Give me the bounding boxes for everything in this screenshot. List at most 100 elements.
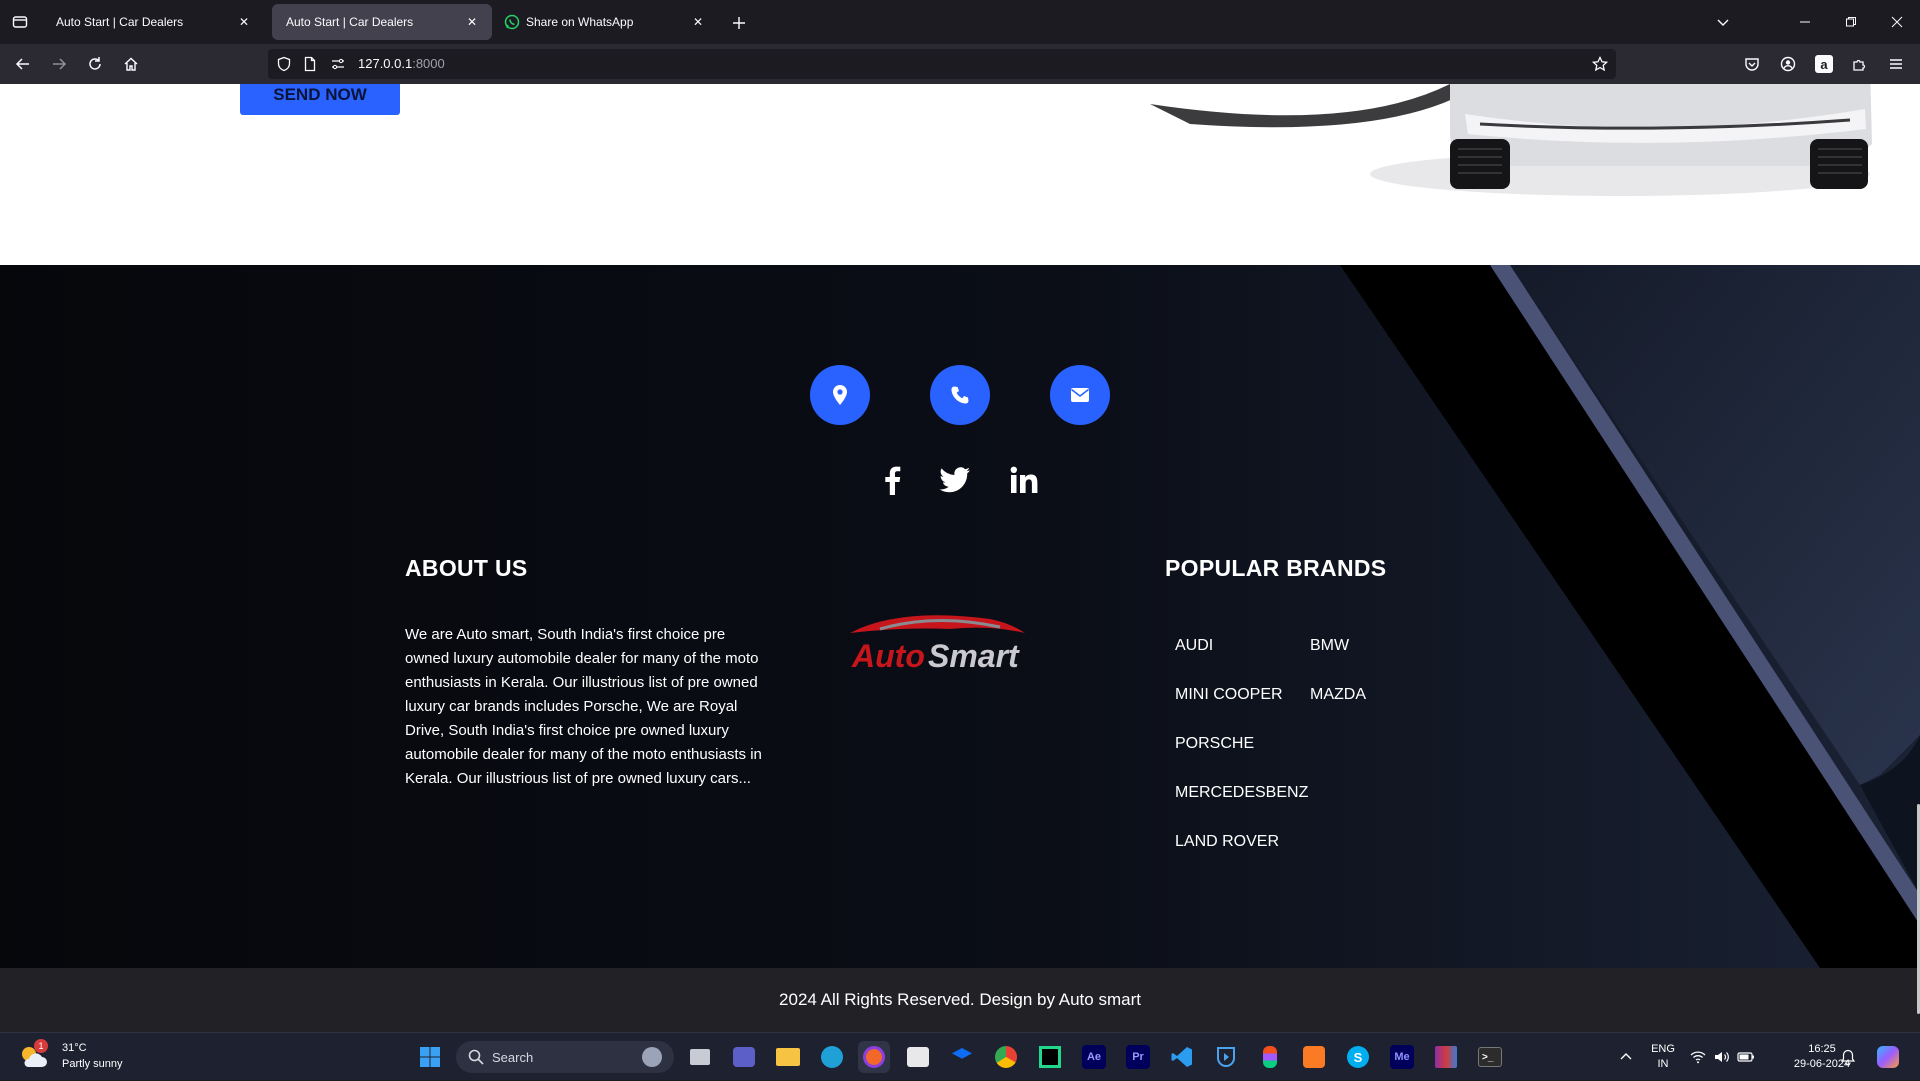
wifi-icon[interactable] <box>1686 1041 1710 1073</box>
notification-bell-icon[interactable] <box>1836 1041 1860 1073</box>
search-placeholder: Search <box>492 1049 534 1065</box>
edge-icon[interactable] <box>816 1041 848 1073</box>
about-text: We are Auto smart, South India's first c… <box>405 626 762 787</box>
terminal-icon[interactable]: >_ <box>1474 1041 1506 1073</box>
premiere-icon[interactable]: Pr <box>1122 1041 1154 1073</box>
tab-title: Auto Start | Car Dealers <box>286 15 414 29</box>
tab-2-active[interactable]: Auto Start | Car Dealers ✕ <box>272 4 492 40</box>
whatsapp-icon <box>504 14 520 30</box>
tab-title: Auto Start | Car Dealers <box>56 15 184 29</box>
linkedin-icon <box>1010 466 1038 493</box>
language-indicator[interactable]: ENG IN <box>1648 1042 1678 1072</box>
svg-text:Auto: Auto <box>851 638 925 674</box>
twitter-icon <box>939 467 970 493</box>
location-button[interactable] <box>810 365 870 425</box>
after-effects-icon[interactable]: Ae <box>1078 1041 1110 1073</box>
facebook-link[interactable] <box>875 463 909 497</box>
volume-icon[interactable] <box>1710 1041 1734 1073</box>
back-icon[interactable] <box>9 50 37 78</box>
close-icon[interactable]: ✕ <box>688 12 708 32</box>
bookmark-star-icon[interactable] <box>1592 56 1608 72</box>
browser-nav-bar: 127.0.0.1:8000 a <box>0 44 1920 84</box>
linkedin-link[interactable] <box>1007 463 1041 497</box>
winrar-icon[interactable] <box>1430 1041 1462 1073</box>
page-content: SEND NOW ABOUT US We are Auto smart, Sou… <box>0 84 1920 1032</box>
copyright-text: 2024 All Rights Reserved. Design by Auto… <box>779 990 1141 1009</box>
teams-icon[interactable] <box>728 1041 760 1073</box>
file-explorer-icon[interactable] <box>772 1041 804 1073</box>
dropbox-icon[interactable] <box>946 1041 978 1073</box>
media-player-icon[interactable] <box>1210 1041 1242 1073</box>
autosmart-logo: Auto Smart <box>850 615 1025 674</box>
brand-link-porsche[interactable]: PORSCHE <box>1175 735 1254 753</box>
copilot-icon[interactable] <box>1872 1041 1904 1073</box>
pycharm-icon[interactable] <box>1034 1041 1066 1073</box>
extensions-icon[interactable] <box>1846 50 1874 78</box>
brands-heading: POPULAR BRANDS <box>1165 555 1387 581</box>
vscode-icon[interactable] <box>1166 1041 1198 1073</box>
weather-widget[interactable]: 1 31°C Partly sunny <box>12 1033 132 1081</box>
facebook-icon <box>885 466 901 495</box>
xampp-icon[interactable] <box>1298 1041 1330 1073</box>
brand-link-audi[interactable]: AUDI <box>1175 637 1213 655</box>
url-text[interactable]: 127.0.0.1:8000 <box>358 56 445 71</box>
url-bar[interactable]: 127.0.0.1:8000 <box>268 49 1616 79</box>
tab-title: Share on WhatsApp <box>526 15 634 29</box>
pocket-icon[interactable] <box>1738 50 1766 78</box>
twitter-link[interactable] <box>938 463 972 497</box>
svg-text:Smart: Smart <box>928 638 1020 674</box>
close-icon[interactable]: ✕ <box>462 12 482 32</box>
tab-1[interactable]: Auto Start | Car Dealers ✕ <box>42 4 264 40</box>
menu-icon[interactable] <box>1882 50 1910 78</box>
search-highlight-icon <box>642 1047 662 1067</box>
email-button[interactable] <box>1050 365 1110 425</box>
phone-button[interactable] <box>930 365 990 425</box>
weather-desc: Partly sunny <box>62 1058 123 1070</box>
about-heading: ABOUT US <box>405 555 528 581</box>
battery-icon[interactable] <box>1734 1041 1758 1073</box>
windows-start-icon[interactable] <box>414 1041 446 1073</box>
permissions-icon[interactable] <box>330 56 346 72</box>
taskbar: 1 31°C Partly sunny Search Ae Pr S Me >_… <box>0 1032 1920 1080</box>
phone-icon <box>951 386 969 404</box>
taskbar-search[interactable]: Search <box>456 1041 674 1073</box>
skype-icon[interactable]: S <box>1342 1041 1374 1073</box>
chrome-icon[interactable] <box>990 1041 1022 1073</box>
brand-link-mini-cooper[interactable]: MINI COOPER <box>1175 686 1283 704</box>
close-icon[interactable]: ✕ <box>234 12 254 32</box>
brand-link-bmw[interactable]: BMW <box>1310 637 1349 655</box>
page-icon[interactable] <box>302 56 318 72</box>
url-host: 127.0.0.1 <box>358 56 413 71</box>
url-port: :8000 <box>412 56 445 71</box>
chevron-up-icon[interactable] <box>1610 1041 1642 1073</box>
reload-icon[interactable] <box>81 50 109 78</box>
shield-icon[interactable] <box>276 56 292 72</box>
brand-link-mercedesbenz[interactable]: MERCEDESBENZ <box>1175 784 1308 802</box>
restore-icon[interactable] <box>1828 0 1874 44</box>
amazon-icon[interactable]: a <box>1810 50 1838 78</box>
new-tab-icon[interactable] <box>726 10 752 36</box>
language-top: ENG <box>1651 1043 1675 1055</box>
close-window-icon[interactable] <box>1874 0 1920 44</box>
home-icon[interactable] <box>117 50 145 78</box>
forward-icon[interactable] <box>45 50 73 78</box>
figma-icon[interactable] <box>1254 1041 1286 1073</box>
tab-3[interactable]: Share on WhatsApp ✕ <box>496 4 718 40</box>
account-icon[interactable] <box>1774 50 1802 78</box>
chevron-down-icon[interactable] <box>1700 0 1746 44</box>
task-view-icon[interactable] <box>684 1041 716 1073</box>
brand-link-mazda[interactable]: MAZDA <box>1310 686 1366 704</box>
tab-list-icon[interactable] <box>8 10 32 34</box>
site-footer: ABOUT US We are Auto smart, South India'… <box>0 265 1920 968</box>
weather-badge: 1 <box>34 1039 48 1053</box>
media-encoder-icon[interactable]: Me <box>1386 1041 1418 1073</box>
minimize-icon[interactable] <box>1782 0 1828 44</box>
browser-tab-bar: Auto Start | Car Dealers ✕ Auto Start | … <box>0 0 1920 44</box>
brand-link-land-rover[interactable]: LAND ROVER <box>1175 833 1279 851</box>
location-pin-icon <box>833 385 847 405</box>
send-now-button[interactable]: SEND NOW <box>240 84 400 115</box>
weather-temp: 31°C <box>62 1042 87 1054</box>
car-image <box>1150 84 1872 196</box>
store-icon[interactable] <box>902 1041 934 1073</box>
firefox-icon[interactable] <box>858 1041 890 1073</box>
